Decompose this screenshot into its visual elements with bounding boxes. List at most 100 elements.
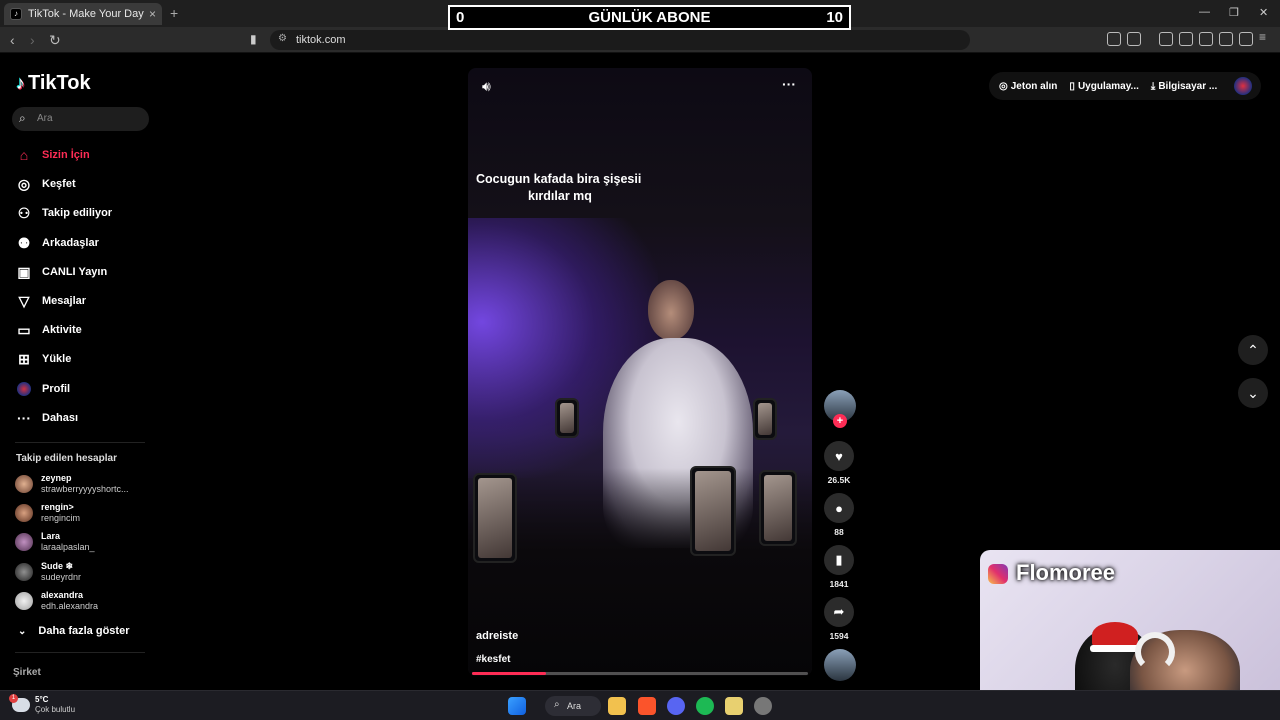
nav-activity[interactable]: ▭ Aktivite <box>15 321 81 339</box>
tiktok-logo[interactable]: ♪ TikTok <box>16 72 91 95</box>
share-icon: ➦ <box>824 597 854 627</box>
get-coins-button[interactable]: ◎ Jeton alın <box>999 81 1057 92</box>
nav-live[interactable]: ▣ CANLI Yayın <box>15 263 107 281</box>
notification-badge: 1 <box>9 694 18 703</box>
nav-friends[interactable]: ⚉ Arkadaşlar <box>15 234 99 252</box>
nav-label: CANLI Yayın <box>42 266 108 278</box>
windows-start-icon[interactable] <box>508 697 526 715</box>
singer-head <box>648 280 694 340</box>
forward-icon[interactable]: › <box>30 32 35 48</box>
extensions-icon[interactable] <box>1107 32 1121 46</box>
following-account[interactable]: Sude ❄ sudeyrdnr <box>15 561 81 583</box>
previous-video-button[interactable]: ⌃ <box>1238 335 1268 365</box>
subscriber-overlay-title: GÜNLÜK ABONE <box>588 9 711 26</box>
weather-widget[interactable]: 1 5°C Çok bulutlu <box>9 694 76 715</box>
pc-app-button[interactable]: ⤓ Bilgisayar ... <box>1151 81 1217 92</box>
crowd-phone <box>473 473 517 563</box>
app-icon[interactable] <box>725 697 743 715</box>
video-hashtag[interactable]: #kesfet <box>476 654 510 665</box>
url-field[interactable]: ⚙ tiktok.com <box>270 30 970 50</box>
like-count: 26.5K <box>827 475 851 485</box>
show-more-button[interactable]: ⌄ Daha fazla göster <box>18 625 129 637</box>
video-progress-bar[interactable] <box>472 672 808 675</box>
sidebar-toggle-icon[interactable] <box>1179 32 1193 46</box>
next-video-button[interactable]: ⌄ <box>1238 378 1268 408</box>
following-account[interactable]: rengin> rengincim <box>15 502 80 524</box>
more-options-icon[interactable]: ··· <box>782 76 796 92</box>
bookmark-icon: ▮ <box>824 545 854 575</box>
new-tab-button[interactable]: + <box>170 5 178 21</box>
logo-text: TikTok <box>28 72 91 94</box>
account-name: alexandra <box>41 590 84 600</box>
app-icon[interactable] <box>754 697 772 715</box>
leo-ai-icon[interactable] <box>1219 32 1233 46</box>
profile-avatar[interactable] <box>1234 77 1252 95</box>
minimize-button[interactable]: — <box>1199 6 1210 18</box>
brave-browser-icon[interactable] <box>638 697 656 715</box>
taskbar-search[interactable]: ⌕ Ara <box>545 696 601 716</box>
messages-icon: ▽ <box>18 292 30 309</box>
video-caption: Cocugun kafada bira şişesii kırdılar mq <box>476 171 806 205</box>
friends-icon: ⚉ <box>17 234 31 251</box>
subscriber-goal-count: 10 <box>826 9 843 26</box>
crowd-phone <box>690 466 736 556</box>
account-handle: rengincim <box>41 513 81 523</box>
music-icon[interactable] <box>1159 32 1173 46</box>
weather-condition: Çok bulutlu <box>35 705 76 714</box>
menu-icon[interactable]: ≡ <box>1259 30 1273 44</box>
maximize-button[interactable]: ❐ <box>1229 6 1239 19</box>
profile-toolbar-icon[interactable] <box>1199 32 1213 46</box>
site-info-icon[interactable]: ⚙ <box>278 33 287 44</box>
caption-line: kırdılar mq <box>528 189 592 203</box>
nav-upload[interactable]: ⊞ Yükle <box>15 350 71 368</box>
search-input[interactable]: ⌕ Ara <box>12 107 149 131</box>
discord-icon[interactable] <box>667 697 685 715</box>
crowd-phone <box>753 398 777 440</box>
back-icon[interactable]: ‹ <box>10 32 15 48</box>
account-handle: strawberryyyyshortc... <box>41 484 129 494</box>
account-handle: sudeyrdnr <box>41 572 82 582</box>
following-account[interactable]: zeynep strawberryyyyshortc... <box>15 473 129 495</box>
santa-hat <box>1090 622 1140 652</box>
save-button[interactable]: ▮ 1841 <box>822 545 856 589</box>
video-progress-fill <box>472 672 546 675</box>
volume-icon[interactable]: 🔊︎ <box>482 78 491 95</box>
company-section-title: Şirket <box>13 667 41 678</box>
following-account[interactable]: Lara laraalpaslan_ <box>15 531 95 553</box>
following-accounts-title: Takip edilen hesaplar <box>16 453 117 464</box>
nav-label: Sizin İçin <box>42 149 90 161</box>
video-player[interactable]: 🔊︎ ··· Cocugun kafada bira şişesii kırdı… <box>468 68 812 676</box>
divider <box>15 652 145 653</box>
nav-messages[interactable]: ▽ Mesajlar <box>15 292 86 310</box>
avatar <box>15 504 33 522</box>
reload-icon[interactable]: ↻ <box>49 32 61 49</box>
nav-profile[interactable]: Profil <box>15 380 70 398</box>
comment-button[interactable]: ● 88 <box>822 493 856 537</box>
nav-label: Takip ediliyor <box>42 207 113 219</box>
nav-explore[interactable]: ◎ Keşfet <box>15 175 76 193</box>
home-icon: ⌂ <box>19 147 29 163</box>
windows-taskbar: 1 5°C Çok bulutlu ⌕ Ara <box>0 690 1280 720</box>
like-button[interactable]: ♥ 26.5K <box>822 441 856 485</box>
nav-following[interactable]: ⚇ Takip ediliyor <box>15 204 112 222</box>
tab-close-icon[interactable]: × <box>149 7 156 21</box>
spotify-icon[interactable] <box>696 697 714 715</box>
video-username[interactable]: adreiste <box>476 630 518 642</box>
nav-more[interactable]: ··· Dahası <box>15 409 78 427</box>
nav-label: Profil <box>42 383 71 395</box>
profile-icon <box>15 380 33 398</box>
nav-for-you[interactable]: ⌂ Sizin İçin <box>15 146 90 164</box>
avatar <box>15 475 33 493</box>
browser-tab[interactable]: ♪ TikTok - Make Your Day × <box>4 3 162 25</box>
close-window-button[interactable]: ✕ <box>1259 6 1268 19</box>
crowd-phone <box>759 470 797 546</box>
wallet-icon[interactable] <box>1127 32 1141 46</box>
get-app-button[interactable]: ▯ Uygulamay... <box>1069 81 1138 92</box>
bookmark-icon[interactable]: ▮ <box>250 32 257 46</box>
following-account[interactable]: alexandra edh.alexandra <box>15 590 98 612</box>
share-button[interactable]: ➦ 1594 <box>822 597 856 641</box>
follow-plus-icon[interactable]: + <box>833 414 847 428</box>
show-more-label: Daha fazla göster <box>38 625 130 637</box>
file-explorer-icon[interactable] <box>608 697 626 715</box>
vpn-icon[interactable] <box>1239 32 1253 46</box>
